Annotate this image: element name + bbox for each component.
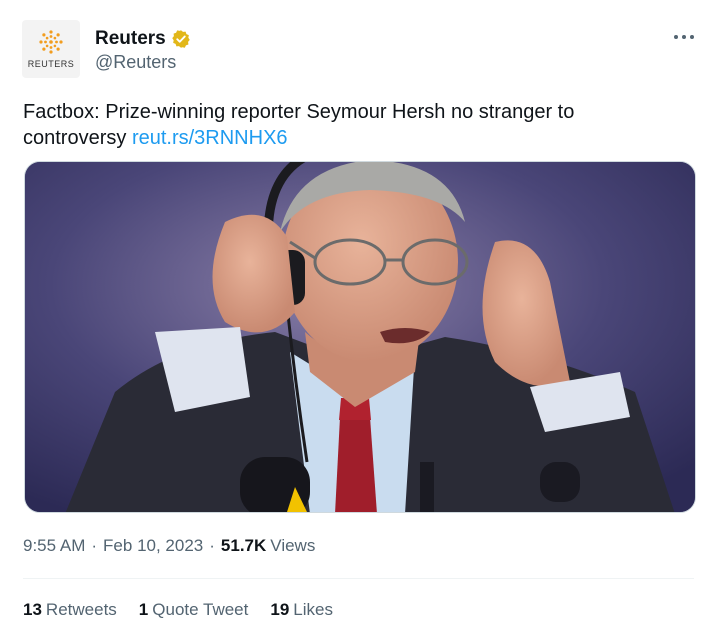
retweets-count: 13: [23, 600, 42, 619]
tweet-meta: 9:55 AM · Feb 10, 2023 · 51.7K Views: [23, 536, 315, 556]
likes-label: Likes: [293, 600, 333, 619]
more-horizontal-icon[interactable]: [674, 30, 694, 44]
quotes-count: 1: [138, 600, 149, 619]
retweets-label: Retweets: [45, 600, 117, 619]
author-name-row: Reuters: [95, 27, 191, 51]
meta-separator: ·: [91, 536, 98, 555]
display-name[interactable]: Reuters: [95, 28, 166, 50]
meta-separator: ·: [209, 536, 215, 555]
divider: [23, 578, 694, 579]
verified-badge-icon: [172, 30, 190, 48]
likes-stat[interactable]: 19 Likes: [270, 600, 333, 620]
author-handle[interactable]: @Reuters: [95, 52, 176, 73]
avatar-wordmark: REUTERS: [27, 59, 75, 69]
quotes-label: Quote Tweet: [152, 600, 249, 619]
quote-tweets-stat[interactable]: 1 Quote Tweet: [139, 600, 249, 620]
reuters-logo-icon: [39, 30, 63, 54]
tweet-text: Factbox: Prize-winning reporter Seymour …: [23, 99, 683, 151]
views-label: Views: [270, 536, 316, 555]
tweet-date[interactable]: Feb 10, 2023: [103, 536, 203, 556]
photo-illustration: [25, 162, 695, 512]
tweet-photo[interactable]: [24, 161, 696, 513]
engagement-stats: 13 Retweets 1 Quote Tweet 19 Likes: [23, 600, 333, 620]
tweet-body: Factbox: Prize-winning reporter Seymour …: [23, 101, 575, 149]
tweet-card: REUTERS Reuters @Reuters Factbox: Prize-…: [0, 0, 720, 629]
likes-count: 19: [270, 600, 290, 619]
retweets-stat[interactable]: 13 Retweets: [23, 600, 117, 620]
avatar[interactable]: REUTERS: [22, 20, 80, 78]
tweet-link[interactable]: reut.rs/3RNNHX6: [132, 127, 288, 149]
views-count: 51.7K: [220, 536, 267, 555]
tweet-time[interactable]: 9:55 AM: [23, 536, 85, 556]
